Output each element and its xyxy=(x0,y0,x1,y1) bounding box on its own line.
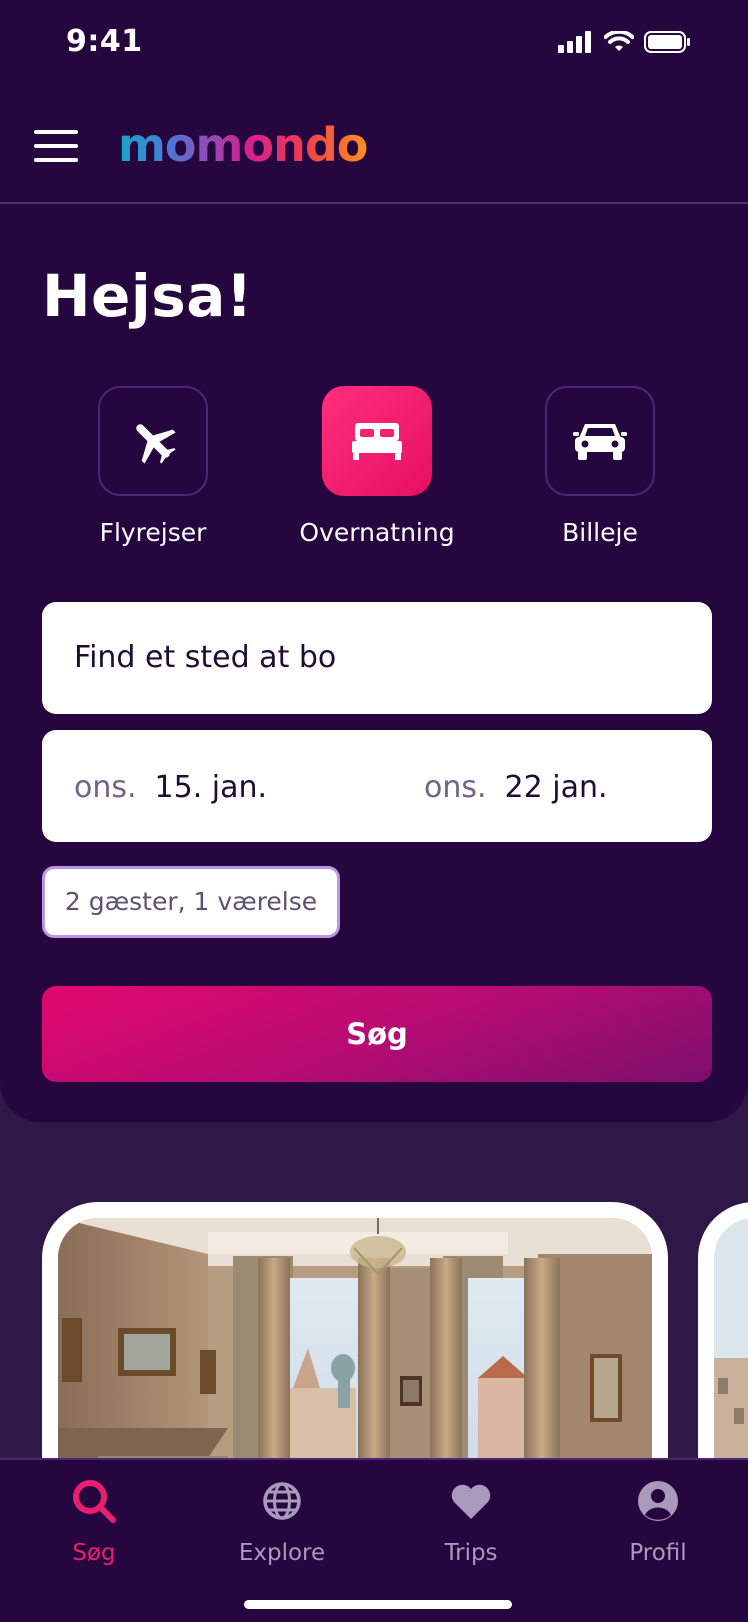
category-label: Billeje xyxy=(562,518,638,547)
wifi-icon xyxy=(604,31,634,51)
flights-tile[interactable] xyxy=(98,386,208,496)
bottom-navigation: Søg Explore Trips Profil xyxy=(0,1458,748,1622)
category-label: Flyrejser xyxy=(99,518,207,547)
date-range-field[interactable]: ons. 15. jan. ons. 22 jan. xyxy=(42,730,712,842)
nav-profile[interactable]: Profil xyxy=(578,1476,738,1566)
checkin-date[interactable]: ons. 15. jan. xyxy=(74,770,267,805)
battery-icon xyxy=(644,31,690,53)
nav-explore[interactable]: Explore xyxy=(202,1476,362,1566)
profile-icon xyxy=(638,1481,678,1521)
nav-label: Explore xyxy=(238,1540,326,1566)
car-rental-tile[interactable] xyxy=(545,386,655,496)
tab-accommodation[interactable]: Overnatning xyxy=(287,386,467,547)
app-header: momondo xyxy=(0,100,748,204)
checkin-date-value: 15. jan. xyxy=(154,770,268,805)
accommodation-tile[interactable] xyxy=(322,386,432,496)
page-title: Hejsa! xyxy=(42,262,253,330)
page: 9:41 momondo Hejsa! Flyrejser Overnatnin… xyxy=(0,0,748,1622)
bed-icon xyxy=(352,423,402,460)
checkout-date-value: 22 jan. xyxy=(504,770,608,805)
checkout-weekday: ons. xyxy=(424,770,487,805)
checkin-weekday: ons. xyxy=(74,770,137,805)
hamburger-icon-line xyxy=(34,144,78,148)
nav-label: Søg xyxy=(72,1540,116,1566)
cellular-signal-icon xyxy=(558,31,591,53)
destination-input[interactable]: Find et sted at bo xyxy=(42,602,712,714)
category-label: Overnatning xyxy=(299,518,455,547)
search-button[interactable]: Søg xyxy=(42,986,712,1082)
search-icon xyxy=(73,1480,116,1523)
status-icons xyxy=(558,30,692,54)
nav-label: Profil xyxy=(629,1540,687,1566)
nav-search[interactable]: Søg xyxy=(14,1476,174,1566)
globe-icon xyxy=(263,1482,301,1520)
car-icon xyxy=(573,424,627,460)
checkout-date[interactable]: ons. 22 jan. xyxy=(424,770,608,805)
tab-car-rental[interactable]: Billeje xyxy=(510,386,690,547)
guests-rooms-selector[interactable]: 2 gæster, 1 værelse xyxy=(42,866,340,938)
momondo-logo[interactable]: momondo xyxy=(118,118,368,172)
nav-label: Trips xyxy=(444,1540,498,1566)
hamburger-icon-line xyxy=(34,158,78,162)
status-time: 9:41 xyxy=(66,24,143,59)
nav-trips[interactable]: Trips xyxy=(391,1476,551,1566)
tab-flights[interactable]: Flyrejser xyxy=(63,386,243,547)
hamburger-icon xyxy=(34,130,78,134)
heart-icon xyxy=(451,1484,491,1519)
menu-button[interactable] xyxy=(32,126,80,166)
plane-icon xyxy=(136,424,176,464)
home-indicator[interactable] xyxy=(244,1600,512,1609)
